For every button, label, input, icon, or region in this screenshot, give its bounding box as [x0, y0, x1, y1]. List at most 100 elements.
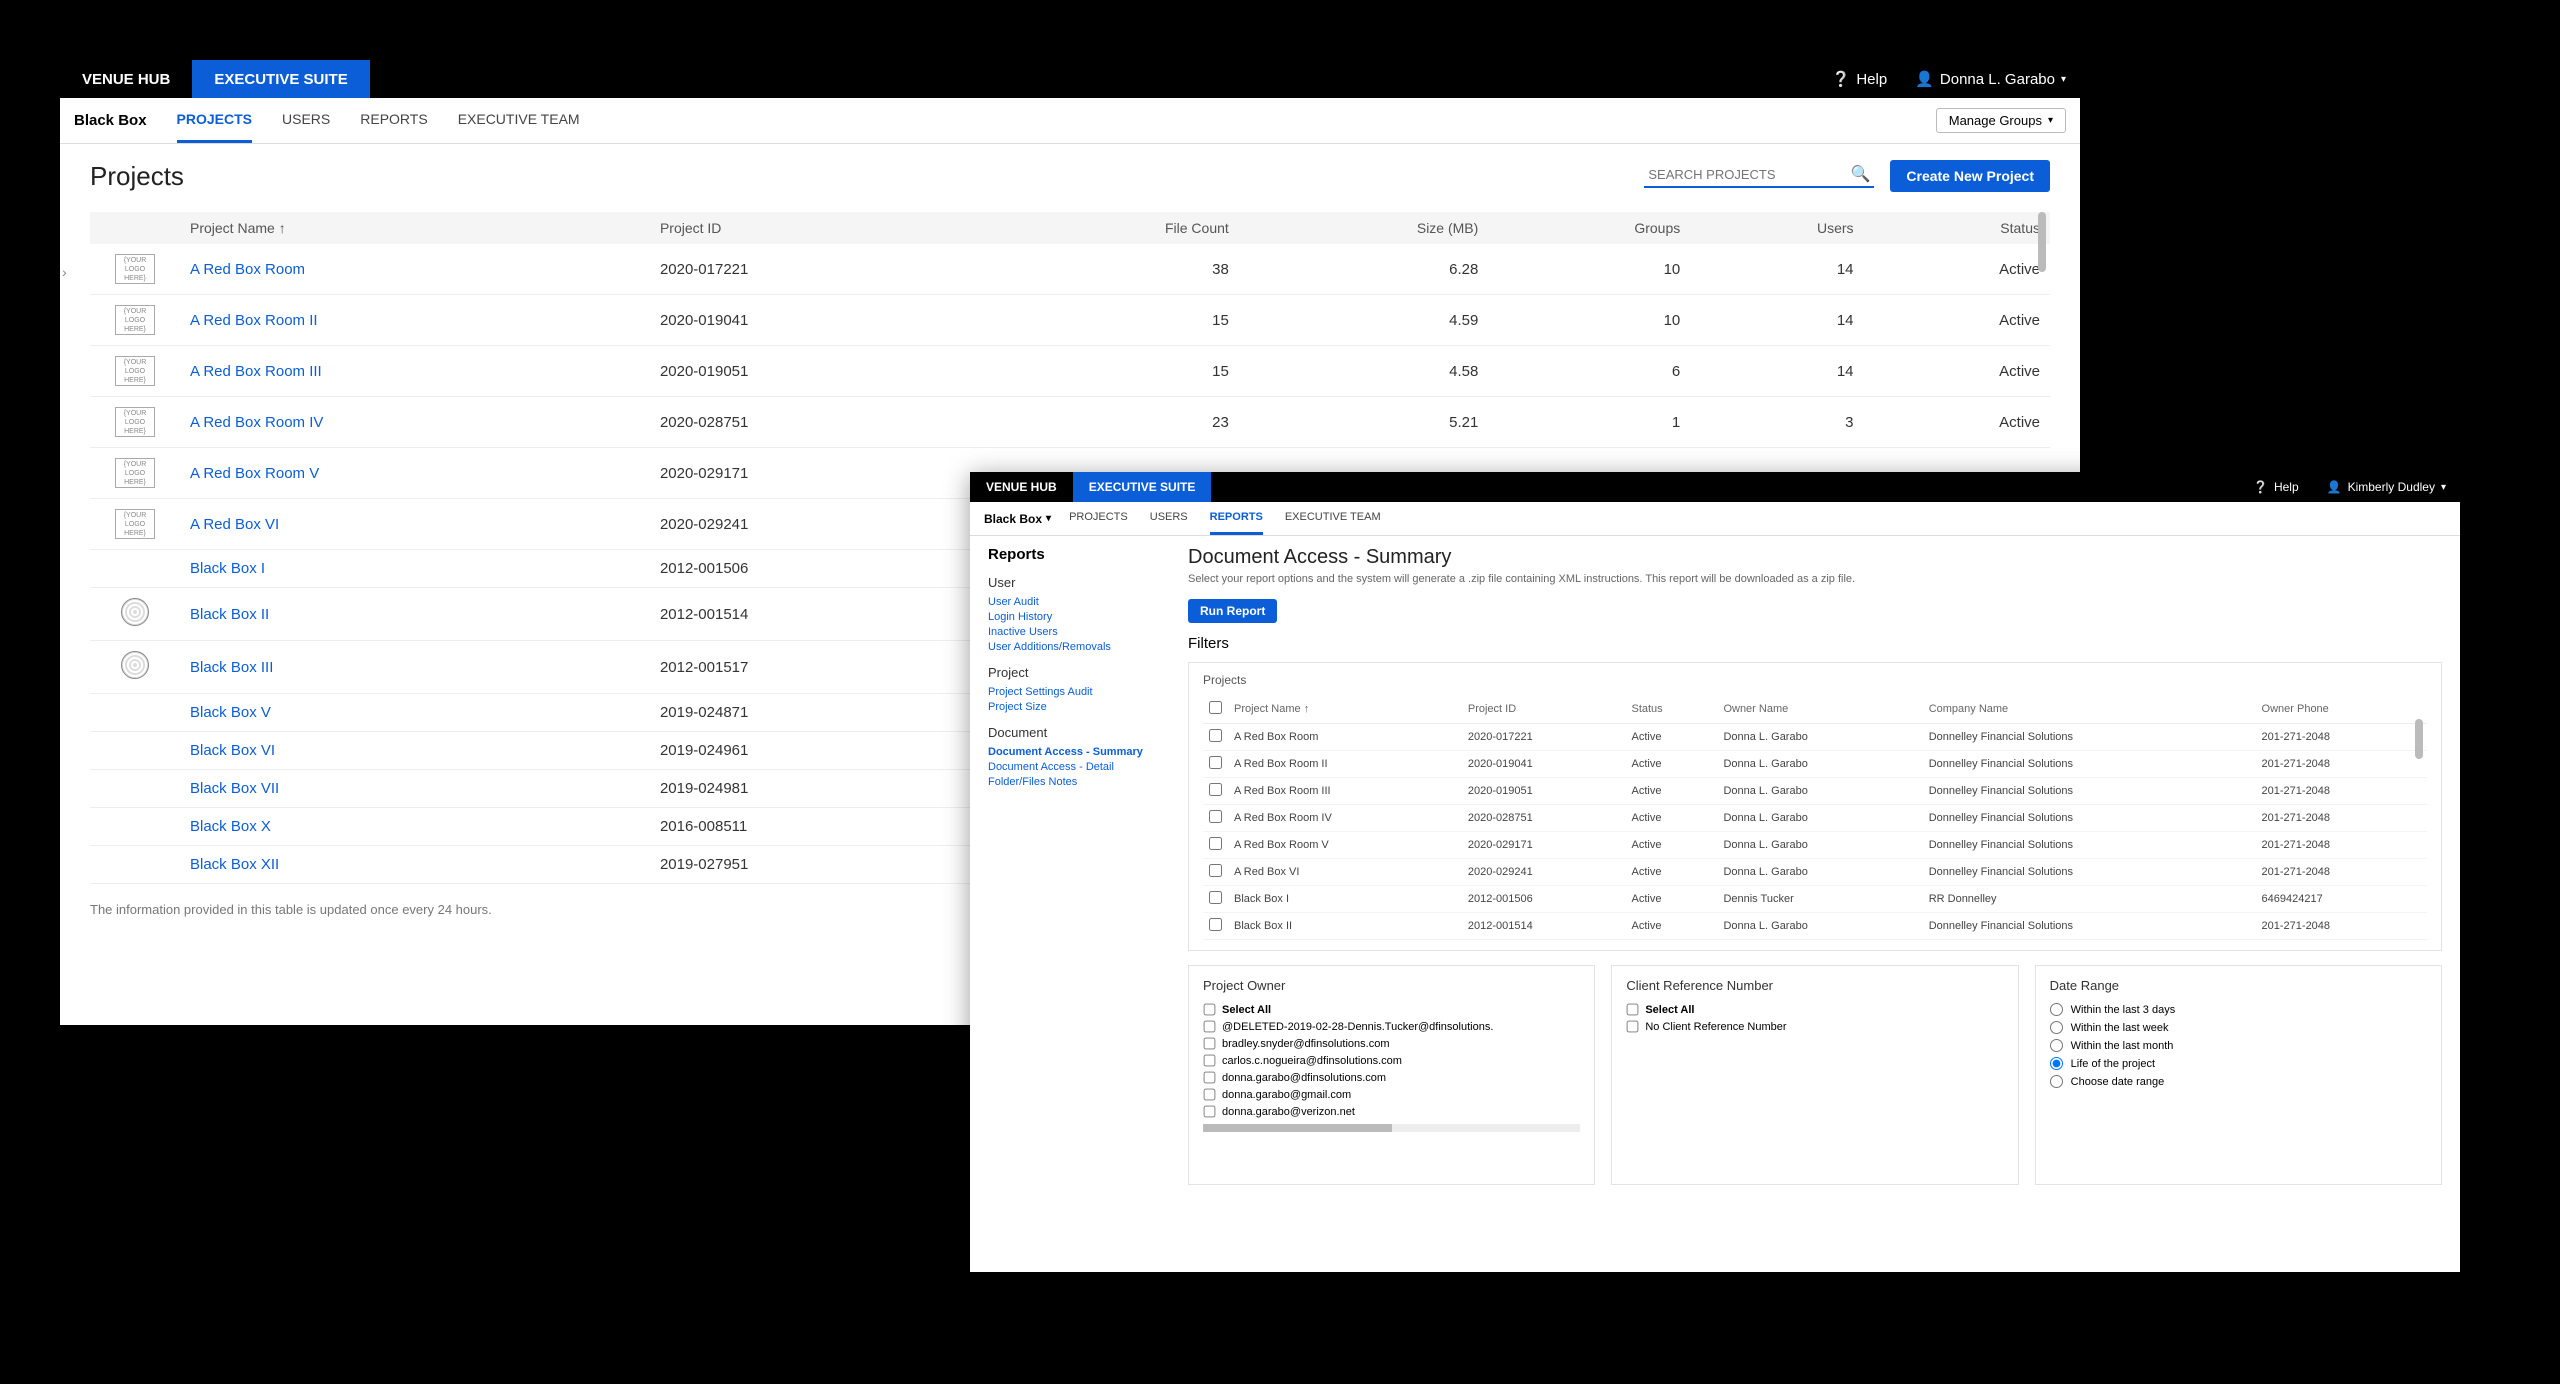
search-icon[interactable]: 🔍	[1850, 164, 1870, 184]
row-checkbox[interactable]	[1209, 864, 1222, 877]
date-range-option[interactable]: Within the last 3 days	[2050, 1003, 2427, 1016]
help-link[interactable]: ❔ Help	[2239, 480, 2313, 494]
project-link[interactable]: A Red Box Room	[180, 244, 650, 295]
cell: 201-271-2048	[2256, 751, 2427, 778]
sidebar-link[interactable]: User Additions/Removals	[988, 641, 1172, 653]
column-header[interactable]: Project ID	[650, 212, 982, 244]
row-checkbox[interactable]	[1209, 918, 1222, 931]
cell: 3	[1690, 397, 1863, 448]
tab-executive-team[interactable]: EXECUTIVE TEAM	[1285, 502, 1381, 535]
date-range-option[interactable]: Within the last month	[2050, 1039, 2427, 1052]
project-link[interactable]: Black Box II	[180, 588, 650, 641]
cell: 2012-001514	[1462, 913, 1626, 940]
sidebar-expand-handle[interactable]: ›	[62, 264, 67, 280]
tab-executive-team[interactable]: EXECUTIVE TEAM	[458, 98, 580, 143]
top-nav-venue-hub[interactable]: VENUE HUB	[60, 60, 192, 98]
project-link[interactable]: Black Box X	[180, 808, 650, 846]
cell: Active	[1864, 295, 2050, 346]
project-link[interactable]: A Red Box Room II	[180, 295, 650, 346]
cell: 2019-027971	[650, 884, 982, 893]
owner-checkbox[interactable]: @DELETED-2019-02-28-Dennis.Tucker@dfinso…	[1203, 1020, 1580, 1033]
owner-checkbox[interactable]: donna.garabo@dfinsolutions.com	[1203, 1071, 1580, 1084]
column-header[interactable]: Size (MB)	[1239, 212, 1489, 244]
project-link[interactable]: A Red Box Room III	[180, 346, 650, 397]
column-header[interactable]: Project Name ↑	[1228, 695, 1462, 724]
tab-projects[interactable]: PROJECTS	[177, 98, 252, 143]
select-all-checkbox[interactable]: Select All	[1203, 1003, 1580, 1016]
sidebar-link[interactable]: Document Access - Detail	[988, 761, 1172, 773]
date-range-option[interactable]: Within the last week	[2050, 1021, 2427, 1034]
search-input[interactable]	[1648, 167, 1850, 182]
row-checkbox[interactable]	[1209, 837, 1222, 850]
top-nav-venue-hub[interactable]: VENUE HUB	[970, 472, 1073, 502]
top-nav: VENUE HUBEXECUTIVE SUITE ❔ Help 👤 Kimber…	[970, 472, 2460, 502]
tab-reports[interactable]: REPORTS	[1210, 502, 1263, 535]
sidebar-link[interactable]: Document Access - Summary	[988, 746, 1172, 758]
row-checkbox[interactable]	[1209, 810, 1222, 823]
date-range-option[interactable]: Choose date range	[2050, 1075, 2427, 1088]
column-header[interactable]: Project ID	[1462, 695, 1626, 724]
sidebar-link[interactable]: Inactive Users	[988, 626, 1172, 638]
column-header[interactable]: Status	[1625, 695, 1717, 724]
row-checkbox[interactable]	[1209, 756, 1222, 769]
column-header[interactable]: Owner Name	[1717, 695, 1922, 724]
sidebar-link[interactable]: User Audit	[988, 596, 1172, 608]
project-link[interactable]: Black Box III	[180, 641, 650, 694]
tab-users[interactable]: USERS	[1150, 502, 1188, 535]
project-link[interactable]: Black Box V	[180, 694, 650, 732]
run-report-button[interactable]: Run Report	[1188, 599, 1277, 623]
owner-checkbox[interactable]: carlos.c.nogueira@dfinsolutions.com	[1203, 1054, 1580, 1067]
manage-groups-button[interactable]: Manage Groups ▾	[1936, 108, 2066, 133]
row-checkbox[interactable]	[1209, 891, 1222, 904]
brand-dropdown[interactable]: Black Box ▾	[984, 512, 1051, 526]
select-all-checkbox[interactable]	[1209, 701, 1222, 714]
no-client-ref-checkbox[interactable]: No Client Reference Number	[1626, 1020, 2003, 1033]
sidebar-link[interactable]: Project Size	[988, 701, 1172, 713]
select-all-checkbox[interactable]: Select All	[1626, 1003, 2003, 1016]
column-header[interactable]: Owner Phone	[2256, 695, 2427, 724]
tab-reports[interactable]: REPORTS	[360, 98, 427, 143]
column-header[interactable]: Company Name	[1923, 695, 2256, 724]
column-header[interactable]: Status	[1864, 212, 2050, 244]
help-link[interactable]: ❔ Help	[1818, 70, 1902, 88]
cell: 2020-019051	[650, 346, 982, 397]
horizontal-scrollbar[interactable]	[1203, 1124, 1580, 1132]
owner-checkbox[interactable]: donna.garabo@verizon.net	[1203, 1105, 1580, 1118]
column-header[interactable]: Users	[1690, 212, 1863, 244]
owner-checkbox[interactable]: bradley.snyder@dfinsolutions.com	[1203, 1037, 1580, 1050]
cell: Black Box II	[1228, 913, 1462, 940]
logo-placeholder-icon: {YOUR LOGO HERE}	[115, 509, 155, 539]
tab-projects[interactable]: PROJECTS	[1069, 502, 1128, 535]
chevron-down-icon: ▾	[2441, 482, 2446, 493]
column-header[interactable]: Groups	[1488, 212, 1690, 244]
cell: Active	[1864, 244, 2050, 295]
cell: 2019-024981	[650, 770, 982, 808]
top-nav-executive-suite[interactable]: EXECUTIVE SUITE	[1073, 472, 1212, 502]
tab-users[interactable]: USERS	[282, 98, 330, 143]
search-projects[interactable]: 🔍	[1644, 164, 1874, 188]
column-header[interactable]: Project Name ↑	[180, 212, 650, 244]
row-checkbox[interactable]	[1209, 783, 1222, 796]
project-link[interactable]: A Red Box Room IV	[180, 397, 650, 448]
column-header[interactable]: File Count	[982, 212, 1239, 244]
row-checkbox[interactable]	[1209, 729, 1222, 742]
project-link[interactable]: Black Box VII	[180, 770, 650, 808]
project-link[interactable]: Black Box XIII	[180, 884, 650, 893]
date-range-option[interactable]: Life of the project	[2050, 1057, 2427, 1070]
project-link[interactable]: Black Box XII	[180, 846, 650, 884]
user-menu[interactable]: 👤 Kimberly Dudley ▾	[2313, 480, 2460, 494]
project-link[interactable]: Black Box VI	[180, 732, 650, 770]
sidebar-link[interactable]: Project Settings Audit	[988, 686, 1172, 698]
sidebar-link[interactable]: Login History	[988, 611, 1172, 623]
project-link[interactable]: A Red Box VI	[180, 499, 650, 550]
project-link[interactable]: A Red Box Room V	[180, 448, 650, 499]
owner-checkbox[interactable]: donna.garabo@gmail.com	[1203, 1088, 1580, 1101]
projects-panel-title: Projects	[1203, 673, 2427, 687]
sidebar-link[interactable]: Folder/Files Notes	[988, 776, 1172, 788]
user-menu[interactable]: 👤 Donna L. Garabo ▾	[1901, 70, 2080, 88]
create-project-button[interactable]: Create New Project	[1890, 160, 2050, 192]
project-link[interactable]: Black Box I	[180, 550, 650, 588]
vertical-scrollbar[interactable]	[2413, 719, 2423, 869]
cell: Active	[1864, 397, 2050, 448]
top-nav-executive-suite[interactable]: EXECUTIVE SUITE	[192, 60, 369, 98]
